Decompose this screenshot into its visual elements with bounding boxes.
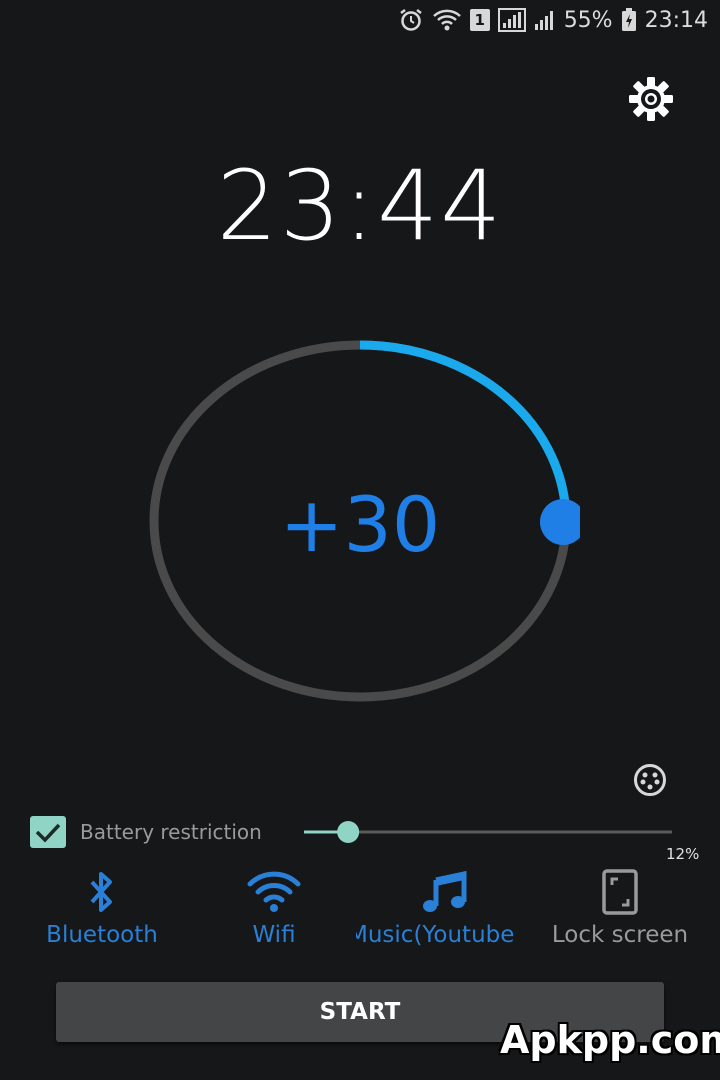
bluetooth-icon	[90, 872, 112, 912]
signal-icon	[497, 8, 526, 32]
battery-percent-label: 12%	[666, 845, 700, 863]
wifi-icon	[247, 871, 301, 912]
option-label: Lock screen	[551, 922, 689, 948]
option-bluetooth[interactable]: Bluetooth	[12, 864, 192, 960]
music-note-icon	[423, 870, 467, 912]
option-lock-screen[interactable]: Lock screen	[530, 864, 710, 960]
offset-minutes-label: +30	[279, 480, 441, 569]
status-icons: 1 55% 23:14	[398, 6, 708, 34]
option-label: Wifi	[252, 922, 296, 948]
smiley-button[interactable]	[632, 762, 668, 798]
option-music[interactable]: Music(Youtube	[356, 864, 536, 960]
settings-button[interactable]	[626, 74, 676, 124]
status-time: 23:14	[644, 7, 708, 33]
sim-icon: 1	[469, 9, 490, 31]
smiley-icon	[634, 764, 666, 796]
signal-icon-secondary	[534, 8, 556, 32]
battery-percent: 55%	[563, 7, 613, 33]
battery-restriction-checkbox[interactable]	[30, 816, 66, 848]
battery-slider[interactable]	[300, 818, 676, 846]
slider-thumb[interactable]	[337, 821, 360, 843]
checkmark-icon	[35, 823, 61, 843]
option-label: Music(Youtube	[356, 922, 515, 948]
wifi-icon	[432, 8, 462, 32]
option-label: Bluetooth	[46, 922, 158, 948]
battery-charging-icon	[621, 8, 637, 32]
phone-icon	[602, 869, 638, 915]
end-time-display: 23:44	[216, 150, 504, 262]
gear-icon	[629, 77, 673, 121]
battery-restriction-label: Battery restriction	[80, 820, 262, 844]
alarm-icon	[398, 7, 424, 33]
status-bar: 1 55% 23:14	[0, 0, 720, 40]
watermark: Apkpp.com	[500, 1018, 720, 1062]
option-wifi[interactable]: Wifi	[184, 864, 364, 960]
